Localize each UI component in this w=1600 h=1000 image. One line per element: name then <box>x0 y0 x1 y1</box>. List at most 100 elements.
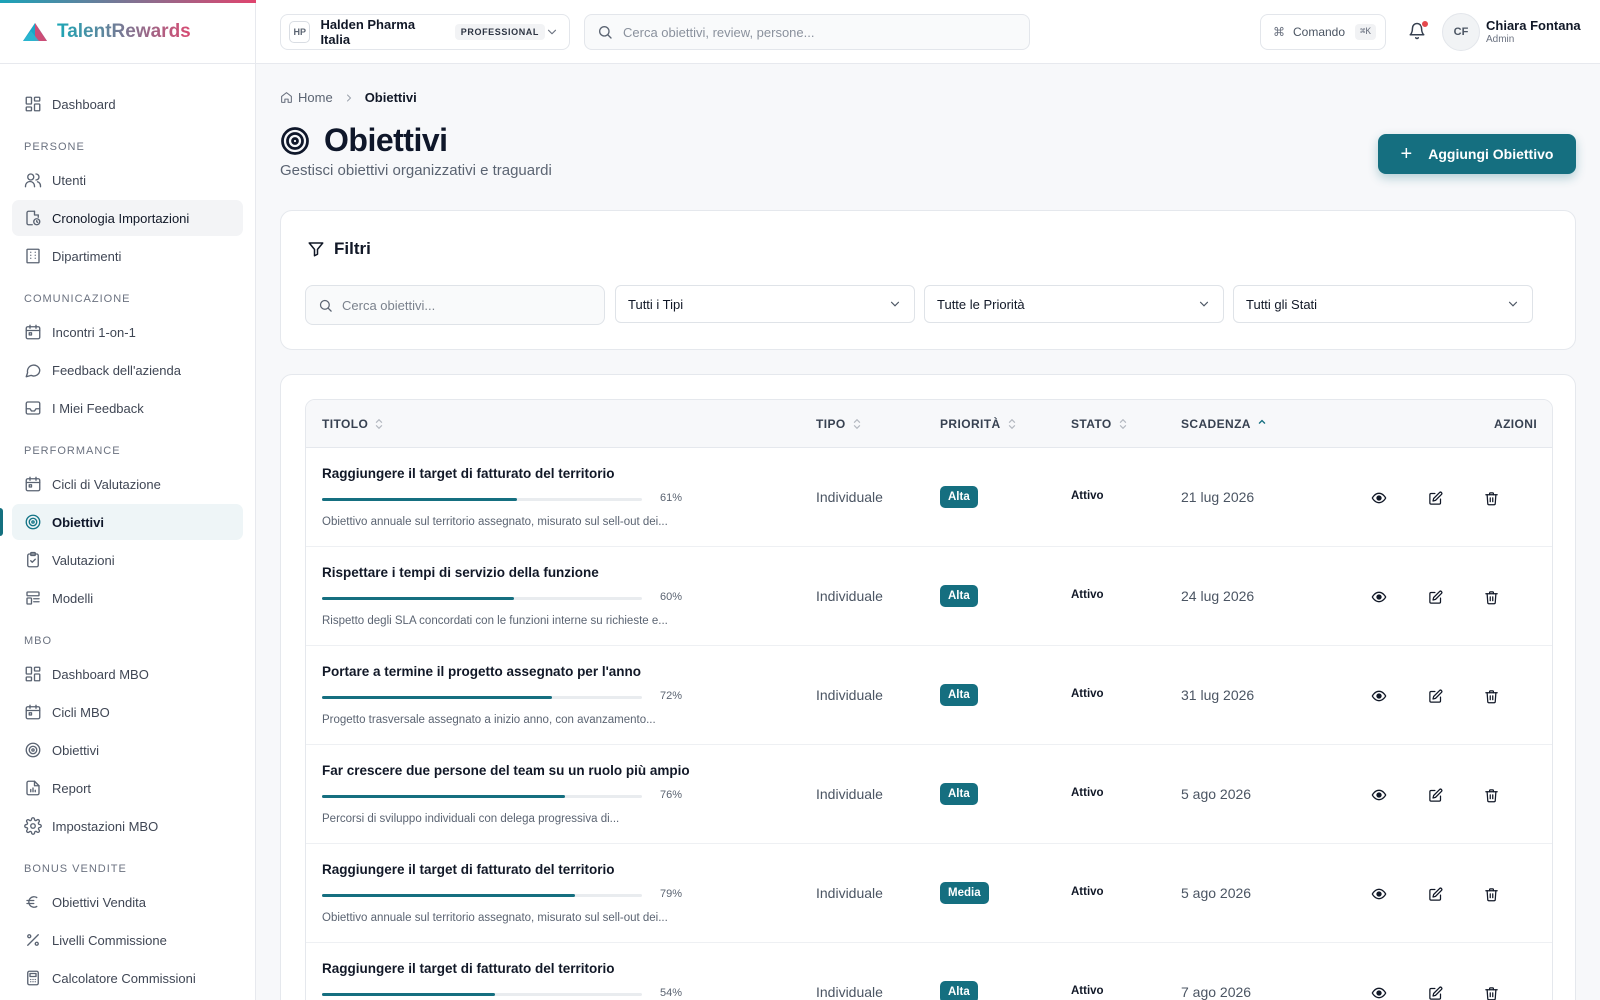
column-deadline-label: SCADENZA <box>1181 417 1251 431</box>
sidebar-item-calcolatore-commissioni[interactable]: Calcolatore Commissioni <box>12 960 243 996</box>
global-search[interactable] <box>584 14 1030 50</box>
sidebar-item-label: Modelli <box>52 590 94 606</box>
breadcrumb-home[interactable]: Home <box>280 90 333 105</box>
eye-icon <box>1371 589 1387 605</box>
calendar-icon <box>24 703 42 721</box>
delete-button[interactable] <box>1480 784 1502 806</box>
sidebar-item-obiettivi-vendita[interactable]: Obiettivi Vendita <box>12 884 243 920</box>
view-button[interactable] <box>1368 883 1390 905</box>
status-filter-select[interactable]: Tutti gli Stati <box>1233 285 1533 323</box>
priority-filter-value: Tutte le Priorità <box>937 296 1025 312</box>
edit-button[interactable] <box>1424 487 1446 509</box>
sidebar-item-label: Cicli di Valutazione <box>52 476 161 492</box>
search-icon <box>597 24 613 40</box>
sort-ascending-icon <box>1257 418 1267 430</box>
organization-switcher[interactable]: HP Halden Pharma Italia PROFESSIONAL <box>280 14 570 50</box>
view-button[interactable] <box>1368 784 1390 806</box>
avatar[interactable]: CF <box>1442 13 1480 51</box>
objective-search-input[interactable] <box>342 297 592 313</box>
sidebar-item-dashboard-mbo[interactable]: Dashboard MBO <box>12 656 243 692</box>
sidebar-item-label: Utenti <box>52 172 86 188</box>
sidebar-item-livelli-commissione[interactable]: Livelli Commissione <box>12 922 243 958</box>
notifications-button[interactable] <box>1408 20 1429 42</box>
table-row[interactable]: Raggiungere il target di fatturato del t… <box>306 943 1552 1000</box>
objective-search[interactable] <box>305 285 605 325</box>
chevron-down-icon <box>888 297 902 311</box>
sidebar-item-label: Obiettivi Vendita <box>52 894 146 910</box>
table-row[interactable]: Raggiungere il target di fatturato del t… <box>306 844 1552 943</box>
view-button[interactable] <box>1368 685 1390 707</box>
column-header-title[interactable]: TITOLO <box>322 400 384 448</box>
dashboard-icon <box>24 95 42 113</box>
status-text: Attivo <box>1071 787 1104 799</box>
trash-icon <box>1484 491 1499 506</box>
table-row[interactable]: Raggiungere il target di fatturato del t… <box>306 448 1552 547</box>
edit-icon <box>1428 788 1443 803</box>
type-filter-select[interactable]: Tutti i Tipi <box>615 285 915 323</box>
objective-title[interactable]: Portare a termine il progetto assegnato … <box>322 664 641 679</box>
sidebar-item-label: Obiettivi <box>52 742 99 758</box>
objective-title[interactable]: Raggiungere il target di fatturato del t… <box>322 961 615 976</box>
edit-button[interactable] <box>1424 784 1446 806</box>
priority-filter-select[interactable]: Tutte le Priorità <box>924 285 1224 323</box>
global-search-input[interactable] <box>623 24 1003 40</box>
brand-header[interactable]: TalentRewards <box>0 0 255 64</box>
sidebar-item-valutazioni[interactable]: Valutazioni <box>12 542 243 578</box>
chevron-down-icon <box>1506 297 1520 311</box>
objective-title[interactable]: Raggiungere il target di fatturato del t… <box>322 466 615 481</box>
column-header-deadline[interactable]: SCADENZA <box>1181 400 1267 448</box>
progress-bar <box>322 993 642 996</box>
status-filter-value: Tutti gli Stati <box>1246 296 1318 312</box>
delete-button[interactable] <box>1480 487 1502 509</box>
progress-percent: 61% <box>660 492 683 504</box>
objective-title[interactable]: Rispettare i tempi di servizio della fun… <box>322 565 599 580</box>
user-name[interactable]: Chiara Fontana <box>1486 18 1581 33</box>
sidebar-item-obiettivi[interactable]: Obiettivi <box>12 732 243 768</box>
delete-button[interactable] <box>1480 586 1502 608</box>
sidebar-item-incontri-1-on-1[interactable]: Incontri 1-on-1 <box>12 314 243 350</box>
view-button[interactable] <box>1368 982 1390 1000</box>
sidebar-item-report[interactable]: Report <box>12 770 243 806</box>
sidebar-item-dashboard[interactable]: Dashboard <box>12 86 243 122</box>
column-header-type[interactable]: TIPO <box>816 400 862 448</box>
table-row[interactable]: Portare a termine il progetto assegnato … <box>306 646 1552 745</box>
sidebar-item-cicli-di-valutazione[interactable]: Cicli di Valutazione <box>12 466 243 502</box>
progress-percent: 54% <box>660 987 683 999</box>
sidebar-item-obiettivi[interactable]: Obiettivi <box>0 504 243 540</box>
sidebar-item-cronologia-importazioni[interactable]: Cronologia Importazioni <box>12 200 243 236</box>
sidebar-item-feedback-dell-azienda[interactable]: Feedback dell'azienda <box>12 352 243 388</box>
sidebar-item-impostazioni-mbo[interactable]: Impostazioni MBO <box>12 808 243 844</box>
add-objective-button[interactable]: + Aggiungi Obiettivo <box>1378 134 1576 174</box>
sidebar-item-utenti[interactable]: Utenti <box>12 162 243 198</box>
delete-button[interactable] <box>1480 982 1502 1000</box>
sidebar-item-i-miei-feedback[interactable]: I Miei Feedback <box>12 390 243 426</box>
sidebar-item-cicli-mbo[interactable]: Cicli MBO <box>12 694 243 730</box>
command-palette-button[interactable]: ⌘ Comando ⌘K <box>1260 14 1386 50</box>
column-header-priority[interactable]: PRIORITÀ <box>940 400 1017 448</box>
edit-button[interactable] <box>1424 883 1446 905</box>
table-row[interactable]: Far crescere due persone del team su un … <box>306 745 1552 844</box>
brand-logo-icon <box>22 22 48 42</box>
view-button[interactable] <box>1368 586 1390 608</box>
progress-bar-fill <box>322 795 566 798</box>
view-button[interactable] <box>1368 487 1390 509</box>
edit-button[interactable] <box>1424 982 1446 1000</box>
delete-button[interactable] <box>1480 685 1502 707</box>
objective-title[interactable]: Far crescere due persone del team su un … <box>322 763 690 778</box>
dashboard-icon <box>24 665 42 683</box>
sidebar-item-dipartimenti[interactable]: Dipartimenti <box>12 238 243 274</box>
sidebar-item-label: I Miei Feedback <box>52 400 144 416</box>
column-header-status[interactable]: STATO <box>1071 400 1128 448</box>
objective-title[interactable]: Raggiungere il target di fatturato del t… <box>322 862 615 877</box>
status-text: Attivo <box>1071 886 1104 898</box>
table-row[interactable]: Rispettare i tempi di servizio della fun… <box>306 547 1552 646</box>
sidebar-section-label: COMUNICAZIONE <box>24 293 131 305</box>
sidebar-item-modelli[interactable]: Modelli <box>12 580 243 616</box>
delete-button[interactable] <box>1480 883 1502 905</box>
objective-type: Individuale <box>816 885 883 901</box>
edit-icon <box>1428 689 1443 704</box>
sidebar-item-label: Cicli MBO <box>52 704 110 720</box>
chat-bubble-icon <box>24 361 42 379</box>
edit-button[interactable] <box>1424 586 1446 608</box>
edit-button[interactable] <box>1424 685 1446 707</box>
